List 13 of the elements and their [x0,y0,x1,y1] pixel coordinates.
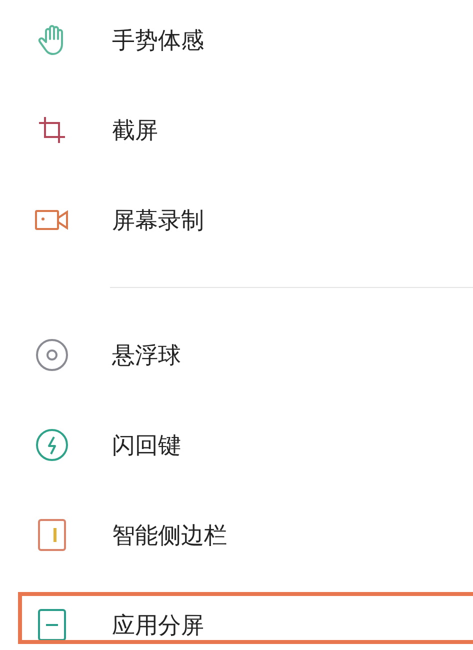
lightning-icon [35,428,69,462]
setting-label[interactable]: 手势体感 [112,24,204,56]
split-screen-icon [38,609,66,641]
setting-label[interactable]: 截屏 [112,114,158,146]
sidebar-icon [38,519,66,551]
setting-label[interactable]: 应用分屏 [112,610,204,640]
setting-label[interactable]: 悬浮球 [112,340,181,370]
setting-label[interactable]: 屏幕录制 [112,204,204,236]
crop-icon [37,115,67,145]
setting-label[interactable]: 智能侧边栏 [112,520,227,550]
setting-label[interactable]: 闪回键 [112,430,181,460]
floating-ball-icon [35,338,69,372]
video-camera-icon [35,209,69,231]
